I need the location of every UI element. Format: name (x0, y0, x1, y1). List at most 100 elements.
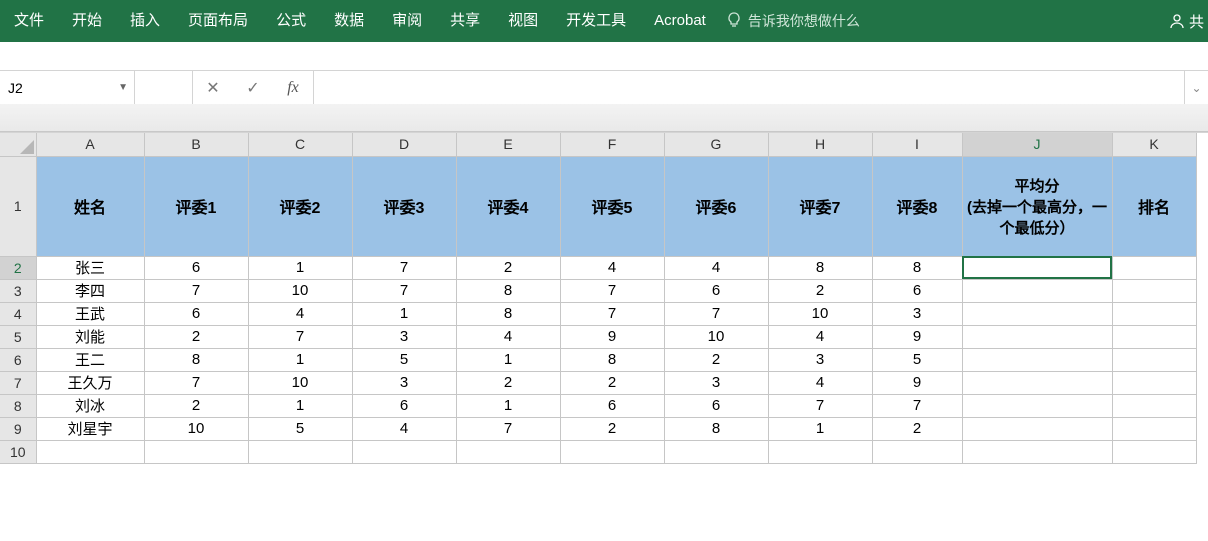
cell-H5[interactable]: 4 (768, 325, 872, 348)
name-box[interactable]: J2 ▼ (0, 71, 135, 104)
cell-K5[interactable] (1112, 325, 1196, 348)
tab-home[interactable]: 开始 (58, 0, 116, 42)
insert-function-button[interactable]: fx (273, 79, 313, 97)
cell-K3[interactable] (1112, 279, 1196, 302)
cell-E5[interactable]: 4 (456, 325, 560, 348)
cell-G10[interactable] (664, 440, 768, 463)
cell-D8[interactable]: 6 (352, 394, 456, 417)
cell-J10[interactable] (962, 440, 1112, 463)
cell-E6[interactable]: 1 (456, 348, 560, 371)
cell-B4[interactable]: 6 (144, 302, 248, 325)
col-header-D[interactable]: D (352, 133, 456, 156)
cell-B9[interactable]: 10 (144, 417, 248, 440)
cell-B8[interactable]: 2 (144, 394, 248, 417)
cell-G7[interactable]: 3 (664, 371, 768, 394)
cell-I6[interactable]: 5 (872, 348, 962, 371)
cell-I1[interactable]: 评委8 (872, 156, 962, 256)
col-header-H[interactable]: H (768, 133, 872, 156)
cell-B7[interactable]: 7 (144, 371, 248, 394)
cell-J3[interactable] (962, 279, 1112, 302)
cell-K9[interactable] (1112, 417, 1196, 440)
col-header-K[interactable]: K (1112, 133, 1196, 156)
cell-F8[interactable]: 6 (560, 394, 664, 417)
cell-H6[interactable]: 3 (768, 348, 872, 371)
row-header-7[interactable]: 7 (0, 371, 36, 394)
cell-E7[interactable]: 2 (456, 371, 560, 394)
tab-file[interactable]: 文件 (0, 0, 58, 42)
cell-H8[interactable]: 7 (768, 394, 872, 417)
row-header-1[interactable]: 1 (0, 156, 36, 256)
cell-F6[interactable]: 8 (560, 348, 664, 371)
cell-G5[interactable]: 10 (664, 325, 768, 348)
cell-K8[interactable] (1112, 394, 1196, 417)
cell-F2[interactable]: 4 (560, 256, 664, 279)
cell-G1[interactable]: 评委6 (664, 156, 768, 256)
cell-G6[interactable]: 2 (664, 348, 768, 371)
tab-formulas[interactable]: 公式 (262, 0, 320, 42)
cell-G9[interactable]: 8 (664, 417, 768, 440)
tell-me-search[interactable]: 告诉我你想做什么 (726, 11, 860, 31)
select-all-corner[interactable] (0, 133, 36, 156)
cell-D3[interactable]: 7 (352, 279, 456, 302)
cell-K2[interactable] (1112, 256, 1196, 279)
cell-B1[interactable]: 评委1 (144, 156, 248, 256)
col-header-F[interactable]: F (560, 133, 664, 156)
cell-A7[interactable]: 王久万 (36, 371, 144, 394)
cell-H2[interactable]: 8 (768, 256, 872, 279)
cell-K10[interactable] (1112, 440, 1196, 463)
col-header-E[interactable]: E (456, 133, 560, 156)
cell-F5[interactable]: 9 (560, 325, 664, 348)
tab-insert[interactable]: 插入 (116, 0, 174, 42)
cell-C6[interactable]: 1 (248, 348, 352, 371)
cell-C5[interactable]: 7 (248, 325, 352, 348)
cell-D6[interactable]: 5 (352, 348, 456, 371)
col-header-G[interactable]: G (664, 133, 768, 156)
cell-E3[interactable]: 8 (456, 279, 560, 302)
cell-G8[interactable]: 6 (664, 394, 768, 417)
cell-A2[interactable]: 张三 (36, 256, 144, 279)
cell-E8[interactable]: 1 (456, 394, 560, 417)
cell-H4[interactable]: 10 (768, 302, 872, 325)
cell-J5[interactable] (962, 325, 1112, 348)
cell-I7[interactable]: 9 (872, 371, 962, 394)
cell-H3[interactable]: 2 (768, 279, 872, 302)
col-header-C[interactable]: C (248, 133, 352, 156)
row-header-10[interactable]: 10 (0, 440, 36, 463)
cell-I3[interactable]: 6 (872, 279, 962, 302)
cell-F3[interactable]: 7 (560, 279, 664, 302)
share-button[interactable]: 共 (1169, 11, 1204, 32)
cell-H10[interactable] (768, 440, 872, 463)
tab-data[interactable]: 数据 (320, 0, 378, 42)
cell-A8[interactable]: 刘冰 (36, 394, 144, 417)
cell-J9[interactable] (962, 417, 1112, 440)
cell-J8[interactable] (962, 394, 1112, 417)
cell-B3[interactable]: 7 (144, 279, 248, 302)
cell-I4[interactable]: 3 (872, 302, 962, 325)
cell-B5[interactable]: 2 (144, 325, 248, 348)
cell-I8[interactable]: 7 (872, 394, 962, 417)
cell-E2[interactable]: 2 (456, 256, 560, 279)
tab-developer[interactable]: 开发工具 (552, 0, 640, 42)
cell-G2[interactable]: 4 (664, 256, 768, 279)
cell-F4[interactable]: 7 (560, 302, 664, 325)
tab-share-tab[interactable]: 共享 (436, 0, 494, 42)
cell-I10[interactable] (872, 440, 962, 463)
cell-F10[interactable] (560, 440, 664, 463)
tab-review[interactable]: 审阅 (378, 0, 436, 42)
row-header-2[interactable]: 2 (0, 256, 36, 279)
cell-I5[interactable]: 9 (872, 325, 962, 348)
expand-formula-bar-button[interactable]: ⌄ (1184, 71, 1208, 104)
cell-D9[interactable]: 4 (352, 417, 456, 440)
cancel-button[interactable]: ✕ (193, 78, 233, 98)
cell-B10[interactable] (144, 440, 248, 463)
cell-A10[interactable] (36, 440, 144, 463)
row-header-9[interactable]: 9 (0, 417, 36, 440)
cell-E9[interactable]: 7 (456, 417, 560, 440)
cell-K7[interactable] (1112, 371, 1196, 394)
cell-E1[interactable]: 评委4 (456, 156, 560, 256)
cell-H9[interactable]: 1 (768, 417, 872, 440)
row-header-4[interactable]: 4 (0, 302, 36, 325)
cell-K4[interactable] (1112, 302, 1196, 325)
cell-D10[interactable] (352, 440, 456, 463)
cell-C2[interactable]: 1 (248, 256, 352, 279)
